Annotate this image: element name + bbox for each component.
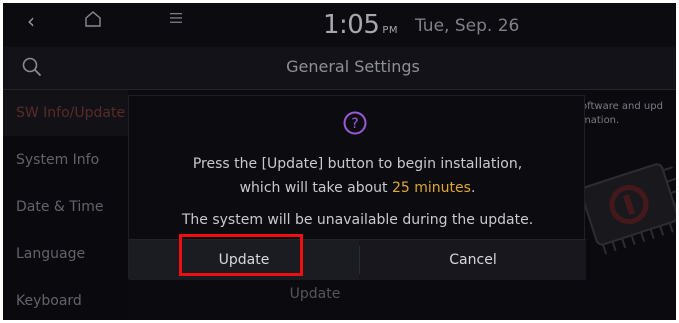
page-title: General Settings	[286, 57, 420, 76]
svg-text:?: ?	[351, 116, 358, 132]
update-confirm-dialog: ? Press the [Update] button to begin ins…	[128, 95, 586, 280]
sidebar: SW Info/Update System Info Date & Time L…	[3, 90, 128, 320]
status-bar: ‹ 1:05 PM Tue, Sep. 26	[3, 3, 676, 47]
description-line-2: mation.	[581, 115, 620, 126]
sidebar-item-sw-info-update[interactable]: SW Info/Update	[3, 90, 128, 136]
clock-ampm: PM	[382, 25, 399, 36]
dialog-message-prefix: which will take about	[239, 180, 392, 196]
menu-icon[interactable]	[169, 11, 183, 25]
dialog-message-line-1: Press the [Update] button to begin insta…	[192, 156, 523, 172]
clock-time: 1:05	[323, 10, 380, 40]
sidebar-item-system-info[interactable]: System Info	[3, 137, 128, 183]
update-button-background[interactable]: Update	[265, 286, 365, 302]
update-button[interactable]: Update	[129, 240, 359, 280]
sidebar-item-language[interactable]: Language	[3, 231, 128, 277]
clock: 1:05 PM	[323, 10, 398, 40]
sidebar-item-date-time[interactable]: Date & Time	[3, 184, 128, 230]
duration-highlight: 25 minutes	[392, 180, 471, 196]
header: General Settings	[3, 47, 676, 90]
description-line-1: oftware and upd	[581, 101, 663, 112]
sidebar-item-keyboard[interactable]: Keyboard	[3, 278, 128, 320]
chevron-left-icon[interactable]: ‹	[27, 9, 35, 33]
dialog-message-suffix: .	[470, 180, 476, 196]
update-description: oftware and upd mation.	[581, 100, 676, 128]
dialog-message-line-3: The system will be unavailable during th…	[181, 212, 534, 228]
clock-date: Tue, Sep. 26	[415, 16, 520, 36]
question-circle-icon: ?	[343, 111, 367, 135]
home-icon[interactable]	[83, 9, 103, 29]
dialog-button-row: Update Cancel	[129, 239, 586, 280]
screen: ‹ 1:05 PM Tue, Sep. 26 General Settings S…	[3, 3, 676, 320]
dialog-message-line-2: which will take about 25 minutes.	[129, 180, 586, 196]
cancel-button[interactable]: Cancel	[360, 240, 586, 280]
